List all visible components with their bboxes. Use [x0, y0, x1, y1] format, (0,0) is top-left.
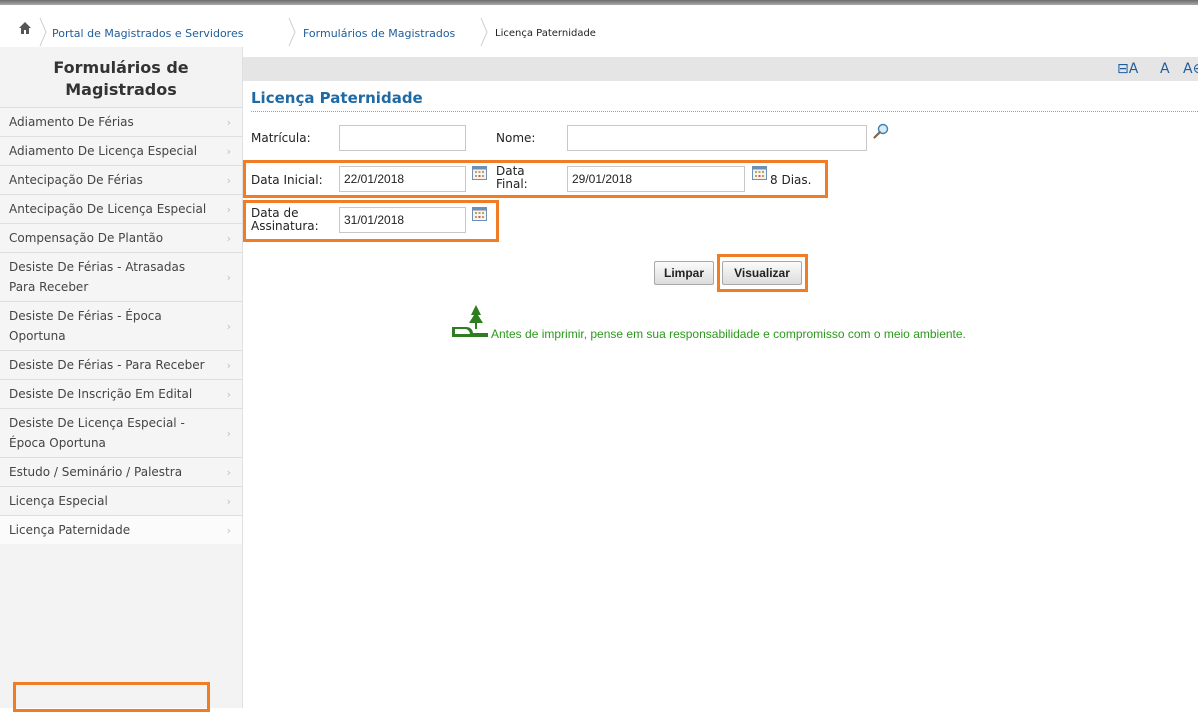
data-final-input[interactable]: 29/01/2018 — [567, 166, 745, 192]
chevron-right-icon: › — [226, 231, 231, 245]
sidebar-item[interactable]: Desiste De Inscrição Em Edital › — [0, 379, 242, 408]
visualizar-button[interactable]: Visualizar — [722, 261, 802, 285]
sidebar-item-label: Antecipação De Licença Especial — [9, 202, 207, 216]
breadcrumb-current: Licença Paternidade — [495, 27, 596, 39]
sidebar-item[interactable]: Estudo / Seminário / Palestra › — [0, 457, 242, 486]
chevron-right-icon: › — [226, 523, 231, 537]
matricula-input[interactable] — [339, 125, 466, 151]
sidebar-item[interactable]: Licença Paternidade › — [0, 515, 242, 544]
calendar-icon[interactable] — [472, 207, 487, 221]
chevron-right-icon: › — [226, 465, 231, 479]
sidebar-item-label: Licença Especial — [9, 494, 108, 508]
data-final-label: Data Final: — [496, 165, 528, 191]
calendar-icon[interactable] — [752, 166, 767, 180]
calendar-icon[interactable] — [472, 166, 487, 180]
chevron-right-icon: › — [226, 144, 231, 158]
breadcrumb-separator-icon — [39, 17, 47, 47]
matricula-label: Matrícula: — [251, 131, 311, 145]
increase-font-button[interactable]: A⊕ — [1183, 61, 1198, 77]
breadcrumb-separator-icon — [288, 17, 296, 47]
sidebar-item[interactable]: Desiste De Férias - Atrasadas Para Receb… — [0, 252, 242, 301]
nome-input[interactable] — [567, 125, 867, 151]
sidebar-item[interactable]: Desiste De Licença Especial - Época Opor… — [0, 408, 242, 457]
chevron-right-icon: › — [226, 319, 231, 333]
sidebar-item[interactable]: Adiamento De Licença Especial › — [0, 136, 242, 165]
sidebar-item[interactable]: Compensação De Plantão › — [0, 223, 242, 252]
normal-font-button[interactable]: A — [1160, 61, 1170, 77]
sidebar-item[interactable]: Licença Especial › — [0, 486, 242, 515]
data-assinatura-input[interactable]: 31/01/2018 — [339, 207, 466, 233]
sidebar-item[interactable]: Antecipação De Férias › — [0, 165, 242, 194]
sidebar-item-label: Compensação De Plantão — [9, 231, 164, 245]
eco-tree-icon — [452, 305, 488, 337]
breadcrumb-link-formularios[interactable]: Formulários de Magistrados — [303, 19, 455, 47]
chevron-right-icon: › — [226, 387, 231, 401]
sidebar-item[interactable]: Adiamento De Férias › — [0, 107, 242, 136]
data-assinatura-label: Data de Assinatura: — [251, 207, 319, 233]
sidebar-item-label: Desiste De Férias - Atrasadas Para Receb… — [9, 260, 186, 294]
sidebar-item[interactable]: Antecipação De Licença Especial › — [0, 194, 242, 223]
search-icon[interactable] — [873, 123, 889, 139]
chevron-right-icon: › — [226, 494, 231, 508]
breadcrumb: Portal de Magistrados e Servidores Formu… — [0, 5, 1198, 47]
data-final-label-line2: Final: — [496, 177, 528, 191]
sidebar: Formulários de Magistrados Adiamento De … — [0, 47, 243, 708]
breadcrumb-separator-icon — [480, 17, 488, 47]
home-icon[interactable] — [18, 21, 32, 35]
sidebar-item-label: Estudo / Seminário / Palestra — [9, 465, 183, 479]
chevron-right-icon: › — [226, 202, 231, 216]
sidebar-item-label: Adiamento De Férias — [9, 115, 134, 129]
nome-label: Nome: — [496, 131, 536, 145]
data-inicial-input[interactable]: 22/01/2018 — [339, 166, 466, 192]
chevron-right-icon: › — [226, 173, 231, 187]
sidebar-item[interactable]: Desiste De Férias - Para Receber › — [0, 350, 242, 379]
data-inicial-label: Data Inicial: — [251, 173, 323, 187]
sidebar-title: Formulários de Magistrados — [53, 58, 189, 99]
sidebar-item-label: Licença Paternidade — [9, 523, 131, 537]
sidebar-item-label: Adiamento De Licença Especial — [9, 144, 198, 158]
sidebar-item-label: Desiste De Inscrição Em Edital — [9, 387, 193, 401]
dias-count: 8 Dias. — [770, 173, 812, 187]
sidebar-item-label: Antecipação De Férias — [9, 173, 143, 187]
data-assinatura-label-line2: Assinatura: — [251, 219, 319, 233]
chevron-right-icon: › — [226, 115, 231, 129]
sidebar-item-label: Desiste De Férias - Para Receber — [9, 358, 205, 372]
font-size-toolbar: ⊟A A A⊕ — [243, 57, 1198, 81]
sidebar-item-label: Desiste De Férias - Época Oportuna — [9, 309, 162, 343]
chevron-right-icon: › — [226, 426, 231, 440]
limpar-button[interactable]: Limpar — [654, 261, 714, 285]
sidebar-item[interactable]: Desiste De Férias - Época Oportuna › — [0, 301, 242, 350]
decrease-font-button[interactable]: ⊟A — [1117, 61, 1138, 77]
sidebar-menu: Adiamento De Férias › Adiamento De Licença… — [0, 107, 242, 544]
eco-message: Antes de imprimir, pense em sua responsa… — [491, 327, 966, 341]
chevron-right-icon: › — [226, 270, 231, 284]
page-title: Licença Paternidade — [251, 89, 423, 107]
sidebar-item-label: Desiste De Licença Especial - Época Opor… — [9, 416, 185, 450]
chevron-right-icon: › — [226, 358, 231, 372]
breadcrumb-link-portal[interactable]: Portal de Magistrados e Servidores — [52, 19, 243, 47]
title-divider — [251, 111, 1198, 112]
